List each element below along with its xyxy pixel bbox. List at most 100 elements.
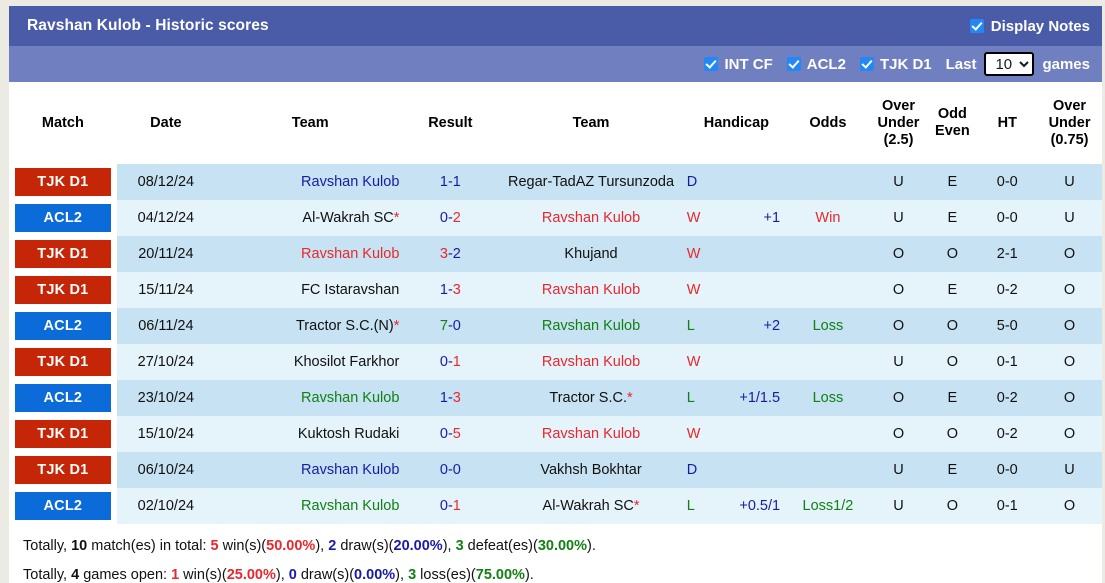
cell-team-home[interactable]: Tractor S.C.(N)* [215,308,406,344]
cell-date: 15/10/24 [116,416,216,452]
team-away-name[interactable]: Ravshan Kulob [542,354,640,370]
cell-over-under-075: O [1037,272,1102,308]
score-home: 0 [439,354,448,370]
league-badge: ACL2 [15,384,111,412]
cell-team-home[interactable]: Al-Wakrah SC* [215,200,406,236]
cell-wdl: D [686,452,787,488]
team-home-name[interactable]: Khosilot Farkhor [294,354,400,370]
team-home-name[interactable]: Ravshan Kulob [301,390,399,406]
cell-over-under-075: O [1037,344,1102,380]
team-home-name[interactable]: Kuktosh Rudaki [298,426,400,442]
cell-over-under-25: O [869,272,928,308]
display-notes-control[interactable]: Display Notes [969,18,1090,35]
team-away-name[interactable]: Khujand [564,246,617,262]
display-notes-checkbox[interactable] [969,19,984,33]
cell-league: TJK D1 [9,416,117,452]
cell-team-away[interactable]: Tractor S.C.* [495,380,687,416]
team-away-name[interactable]: Ravshan Kulob [542,426,640,442]
s2-t4: draw(s)( [296,567,355,583]
int-cf-checkbox[interactable] [704,57,719,71]
cell-team-away[interactable]: Ravshan Kulob [495,272,687,308]
team-away-name[interactable]: Ravshan Kulob [542,318,640,334]
s1-defeats: 3 [455,538,464,554]
table-row[interactable]: TJK D1 15/10/24 Kuktosh Rudaki 0-5 Ravshan K… [9,416,1102,452]
team-away-name[interactable]: Tractor S.C. [549,390,627,406]
team-away-name[interactable]: Ravshan Kulob [542,210,640,226]
table-row[interactable]: ACL2 23/10/24 Ravshan Kulob 1-3 Tractor S.C.… [9,380,1102,416]
cell-team-home[interactable]: Kuktosh Rudaki [215,416,406,452]
cell-team-away[interactable]: Regar-TadAZ Tursunzoda [495,164,687,200]
filter-int-cf[interactable]: INT CF [704,56,773,73]
cell-wdl: W [686,344,787,380]
team-home-name[interactable]: Tractor S.C.(N) [296,318,394,334]
team-home-name[interactable]: Ravshan Kulob [301,174,399,190]
cell-team-away[interactable]: Khujand [495,236,687,272]
filter-bar: INT CF ACL2 TJK D1 Last 10203050 games [9,46,1102,82]
tjk-d1-checkbox[interactable] [859,57,874,71]
cell-date: 27/10/24 [116,344,216,380]
cell-team-away[interactable]: Ravshan Kulob [495,416,687,452]
team-home-name[interactable]: Ravshan Kulob [301,246,399,262]
filter-tjk-d1[interactable]: TJK D1 [859,56,932,73]
team-away-name[interactable]: Vakhsh Bokhtar [540,462,641,478]
cell-team-home[interactable]: Ravshan Kulob [215,164,406,200]
cell-team-home[interactable]: Ravshan Kulob [215,380,406,416]
page-title: Ravshan Kulob - Historic scores [27,17,269,34]
games-count-select[interactable]: 10203050 [984,52,1035,76]
cell-half-time-score: 0-0 [977,452,1038,488]
scores-panel: Ravshan Kulob - Historic scores Display … [9,6,1102,583]
th-team1: Team [215,82,406,164]
league-badge: TJK D1 [15,348,111,376]
neutral-venue-star-icon: * [393,318,400,334]
score-home: 0 [439,210,448,226]
cell-result: 0-0 [405,452,496,488]
cell-half-time-score: 2-1 [977,236,1038,272]
cell-result: 0-1 [405,344,496,380]
cell-over-under-25: O [869,380,928,416]
table-row[interactable]: TJK D1 06/10/24 Ravshan Kulob 0-0 Vakhsh Bok… [9,452,1102,488]
cell-over-under-25: O [869,236,928,272]
th-ou075-line1: Over [1053,97,1087,114]
table-row[interactable]: TJK D1 15/11/24 FC Istaravshan 1-3 Ravshan K… [9,272,1102,308]
cell-team-away[interactable]: Al-Wakrah SC* [495,488,687,524]
cell-team-home[interactable]: Khosilot Farkhor [215,344,406,380]
s2-wins: 1 [171,567,180,583]
cell-team-home[interactable]: Ravshan Kulob [215,452,406,488]
table-row[interactable]: TJK D1 27/10/24 Khosilot Farkhor 0-1 Ravshan… [9,344,1102,380]
team-home-name[interactable]: FC Istaravshan [301,282,399,298]
th-ou25-line3: (2.5) [883,131,914,148]
cell-wdl: W [686,272,787,308]
team-home-name[interactable]: Al-Wakrah SC [302,210,393,226]
team-home-name[interactable]: Ravshan Kulob [301,462,399,478]
table-row[interactable]: ACL2 04/12/24 Al-Wakrah SC* 0-2 Ravshan Kulo… [9,200,1102,236]
score-home: 0 [439,462,448,478]
cell-result: 0-1 [405,488,496,524]
cell-over-under-075: O [1037,488,1102,524]
cell-wdl: L +2 [686,308,787,344]
cell-team-away[interactable]: Ravshan Kulob [495,200,687,236]
table-row[interactable]: TJK D1 20/11/24 Ravshan Kulob 3-2 Khujand W O O… [9,236,1102,272]
s2-draws: 0 [288,567,297,583]
team-away-name[interactable]: Regar-TadAZ Tursunzoda [508,174,674,190]
league-badge: ACL2 [15,312,111,340]
cell-team-away[interactable]: Ravshan Kulob [495,344,687,380]
team-away-name[interactable]: Al-Wakrah SC [543,498,634,514]
team-home-name[interactable]: Ravshan Kulob [301,498,399,514]
acl2-checkbox[interactable] [786,57,801,71]
cell-date: 02/10/24 [116,488,216,524]
team-away-name[interactable]: Ravshan Kulob [542,282,640,298]
cell-team-home[interactable]: FC Istaravshan [215,272,406,308]
table-row[interactable]: ACL2 02/10/24 Ravshan Kulob 0-1 Al-Wakrah SC… [9,488,1102,524]
table-row[interactable]: ACL2 06/11/24 Tractor S.C.(N)* 7-0 Ravshan K… [9,308,1102,344]
s1-t2: win(s)( [218,538,267,554]
cell-team-home[interactable]: Ravshan Kulob [215,236,406,272]
cell-over-under-075: O [1037,380,1102,416]
th-team2: Team [495,82,687,164]
table-row[interactable]: TJK D1 08/12/24 Ravshan Kulob 1-1 Regar-TadA… [9,164,1102,200]
cell-odds [786,452,870,488]
cell-team-home[interactable]: Ravshan Kulob [215,488,406,524]
cell-team-away[interactable]: Vakhsh Bokhtar [495,452,687,488]
league-badge: ACL2 [15,492,111,520]
filter-acl2[interactable]: ACL2 [786,56,846,73]
cell-team-away[interactable]: Ravshan Kulob [495,308,687,344]
